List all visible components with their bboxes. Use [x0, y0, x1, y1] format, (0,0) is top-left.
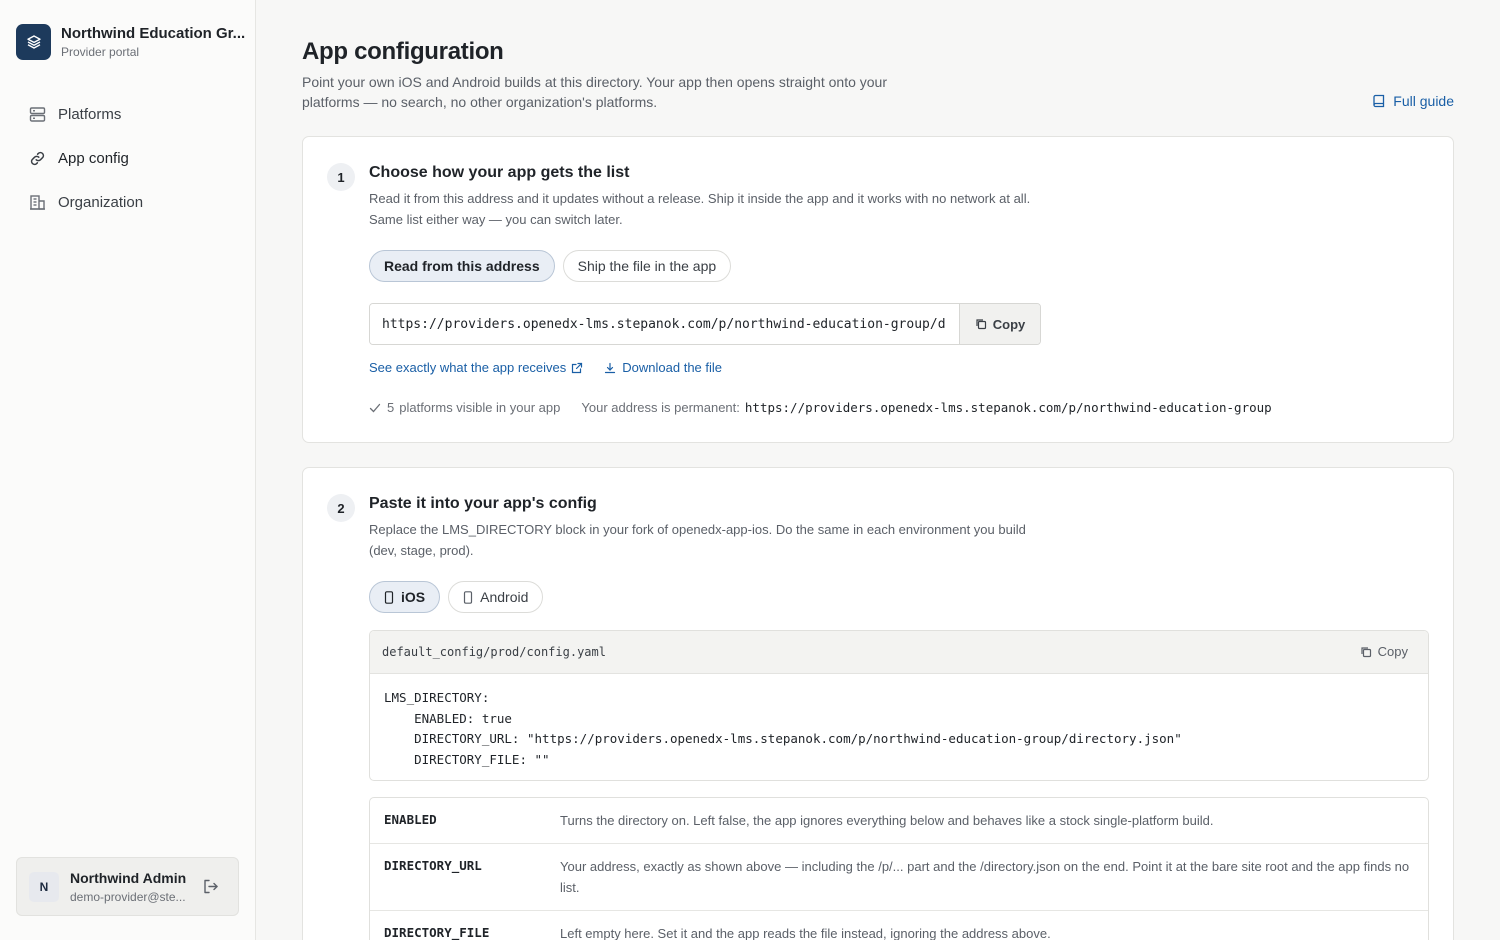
book-icon	[1373, 94, 1385, 108]
config-file-path: default_config/prod/config.yaml	[382, 645, 606, 659]
copy-label: Copy	[1377, 644, 1408, 659]
download-icon	[605, 362, 616, 373]
link-icon	[28, 149, 46, 167]
step-description: Read it from this address and it updates…	[369, 191, 1031, 227]
config-code[interactable]: LMS_DIRECTORY: ENABLED: true DIRECTORY_U…	[370, 674, 1428, 770]
brand[interactable]: Northwind Education Gr... Provider porta…	[16, 24, 245, 60]
sidebar-item-organization[interactable]: Organization	[16, 180, 240, 224]
org-subtitle: Provider portal	[61, 45, 140, 59]
layers-icon	[16, 24, 51, 60]
field-key: DIRECTORY_FILE	[384, 925, 490, 940]
sidebar-item-label: App config	[58, 149, 129, 167]
step-1-card: 1 Choose how your app gets the list Read…	[302, 136, 1454, 443]
field-key: DIRECTORY_URL	[384, 858, 482, 873]
org-name: Northwind Education Gr...	[61, 25, 246, 42]
field-key: ENABLED	[384, 812, 437, 827]
copy-label: Copy	[992, 316, 1026, 332]
avatar: N	[29, 871, 59, 902]
table-row: ENABLED Turns the directory on. Left fal…	[370, 798, 1428, 844]
visible-count: 5	[387, 400, 395, 415]
copy-icon	[1361, 646, 1371, 657]
permanent-address: https://providers.openedx-lms.stepanok.c…	[744, 400, 1272, 415]
download-file-link[interactable]: Download the file	[604, 360, 722, 375]
user-card: N Northwind Admin demo-provider@ste...	[16, 857, 239, 916]
read-from-address-option[interactable]: Read from this address	[369, 250, 555, 282]
sidebar-item-label: Organization	[58, 193, 144, 211]
sidebar-item-app-config[interactable]: App config	[16, 136, 240, 180]
sidebar-item-platforms[interactable]: Platforms	[16, 92, 240, 136]
directory-url-input[interactable]	[370, 304, 959, 344]
directory-url-field: Copy	[369, 303, 1041, 345]
table-row: DIRECTORY_URL Your address, exactly as s…	[370, 844, 1428, 911]
user-name: Northwind Admin	[70, 869, 187, 886]
delivery-toggle: Read from this address Ship the file in …	[369, 250, 739, 282]
step-2-card: 2 Paste it into your app's config Replac…	[302, 467, 1454, 940]
copy-code-button[interactable]: Copy	[1360, 644, 1408, 659]
tab-ios[interactable]: iOS	[369, 581, 441, 613]
external-link-icon	[572, 362, 583, 373]
visible-text: platforms visible in your app	[399, 400, 561, 415]
code-file-header: default_config/prod/config.yaml Copy	[370, 631, 1428, 674]
preview-link-label: See exactly what the app receives	[369, 360, 567, 375]
config-fields-table: ENABLED Turns the directory on. Left fal…	[369, 797, 1429, 940]
check-icon	[369, 403, 381, 412]
tab-android[interactable]: Android	[448, 581, 544, 613]
table-row: DIRECTORY_FILE Left empty here. Set it a…	[370, 911, 1428, 940]
download-link-label: Download the file	[622, 360, 723, 375]
preview-link[interactable]: See exactly what the app receives	[369, 360, 583, 375]
field-description: Left empty here. Set it and the app read…	[560, 926, 1051, 940]
building-icon	[28, 193, 46, 211]
full-guide-label: Full guide	[1393, 93, 1454, 109]
step-number: 2	[327, 494, 355, 522]
address-label: Your address is permanent:	[581, 400, 740, 415]
step-description: Replace the LMS_DIRECTORY block in your …	[369, 522, 1026, 558]
step-title: Paste it into your app's config	[369, 495, 597, 512]
step-number: 1	[327, 163, 355, 191]
url-actions: See exactly what the app receives Downlo…	[369, 360, 722, 375]
copy-icon	[976, 319, 986, 330]
server-icon	[28, 105, 46, 123]
full-guide-link[interactable]: Full guide	[1372, 93, 1454, 109]
phone-icon	[464, 590, 473, 604]
directory-status: 5 platforms visible in your app Your add…	[369, 400, 1272, 415]
user-email: demo-provider@ste...	[70, 889, 186, 904]
sidebar: Northwind Education Gr... Provider porta…	[0, 0, 256, 940]
field-description: Your address, exactly as shown above — i…	[560, 859, 1410, 895]
tab-label: iOS	[401, 589, 426, 605]
field-description: Turns the directory on. Left false, the …	[560, 813, 1214, 828]
tab-label: Android	[480, 589, 529, 605]
phone-icon	[384, 590, 394, 604]
sidebar-nav: Platforms App config Organization	[16, 92, 240, 224]
page-description: Point your own iOS and Android builds at…	[302, 74, 887, 110]
config-code-block: default_config/prod/config.yaml Copy LMS…	[369, 630, 1429, 781]
copy-url-button[interactable]: Copy	[959, 304, 1040, 344]
platform-tabs: iOS Android	[369, 581, 551, 613]
sidebar-item-label: Platforms	[58, 105, 122, 123]
logout-icon[interactable]	[202, 878, 220, 896]
ship-file-option[interactable]: Ship the file in the app	[562, 250, 732, 282]
step-title: Choose how your app gets the list	[369, 164, 630, 181]
page-title: App configuration	[302, 38, 504, 65]
